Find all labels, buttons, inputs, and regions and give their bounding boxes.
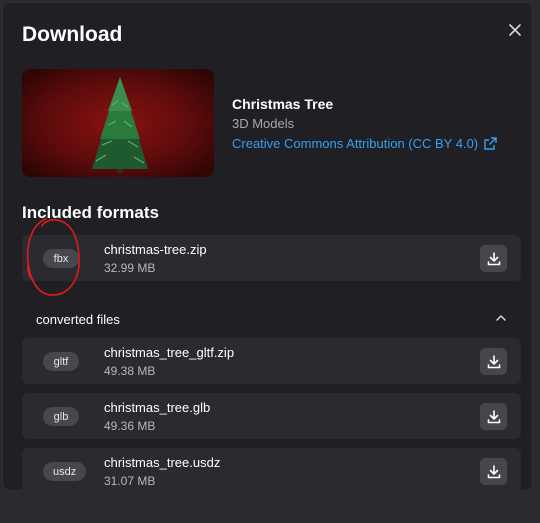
format-badge: gltf [43,352,79,371]
chevron-up-icon [496,315,506,321]
format-badge: glb [43,407,79,426]
file-size: 31.07 MB [104,474,156,488]
format-badge: usdz [43,462,87,481]
download-button[interactable] [480,458,507,485]
download-icon [487,251,500,265]
download-button[interactable] [480,348,507,375]
file-name: christmas_tree_gltf.zip [104,345,235,360]
included-formats-heading: Included formats [22,203,159,222]
license-link[interactable]: Creative Commons Attribution (CC BY 4.0) [232,136,497,151]
file-size: 49.36 MB [104,419,156,433]
asset-thumbnail [22,69,214,177]
converted-files-label: converted files [36,312,120,327]
file-row-glb: glb christmas_tree.glb 49.36 MB [22,393,521,439]
file-row-gltf: gltf christmas_tree_gltf.zip 49.38 MB [22,338,521,384]
file-name: christmas-tree.zip [104,242,207,257]
file-row-usdz: usdz christmas_tree.usdz 31.07 MB [22,448,521,494]
file-name: christmas_tree.usdz [104,455,221,470]
file-size: 49.38 MB [104,364,156,378]
file-name: christmas_tree.glb [104,400,211,415]
close-icon [509,24,521,36]
asset-name: Christmas Tree [232,96,334,112]
asset-category: 3D Models [232,116,295,131]
format-badge: fbx [43,249,79,268]
file-row-fbx: fbx christmas-tree.zip 32.99 MB [22,235,521,281]
file-size: 32.99 MB [104,261,156,275]
collapse-toggle[interactable] [493,310,509,326]
download-icon [487,464,500,478]
close-button[interactable] [504,19,526,41]
download-button[interactable] [480,403,507,430]
dialog-title: Download [22,23,123,46]
download-button[interactable] [480,245,507,272]
download-dialog: Download Christmas Tree 3D Models Creati [2,2,533,494]
download-icon [487,354,500,368]
external-link-icon [484,137,497,150]
download-icon [487,409,500,423]
license-label: Creative Commons Attribution (CC BY 4.0) [232,136,479,151]
